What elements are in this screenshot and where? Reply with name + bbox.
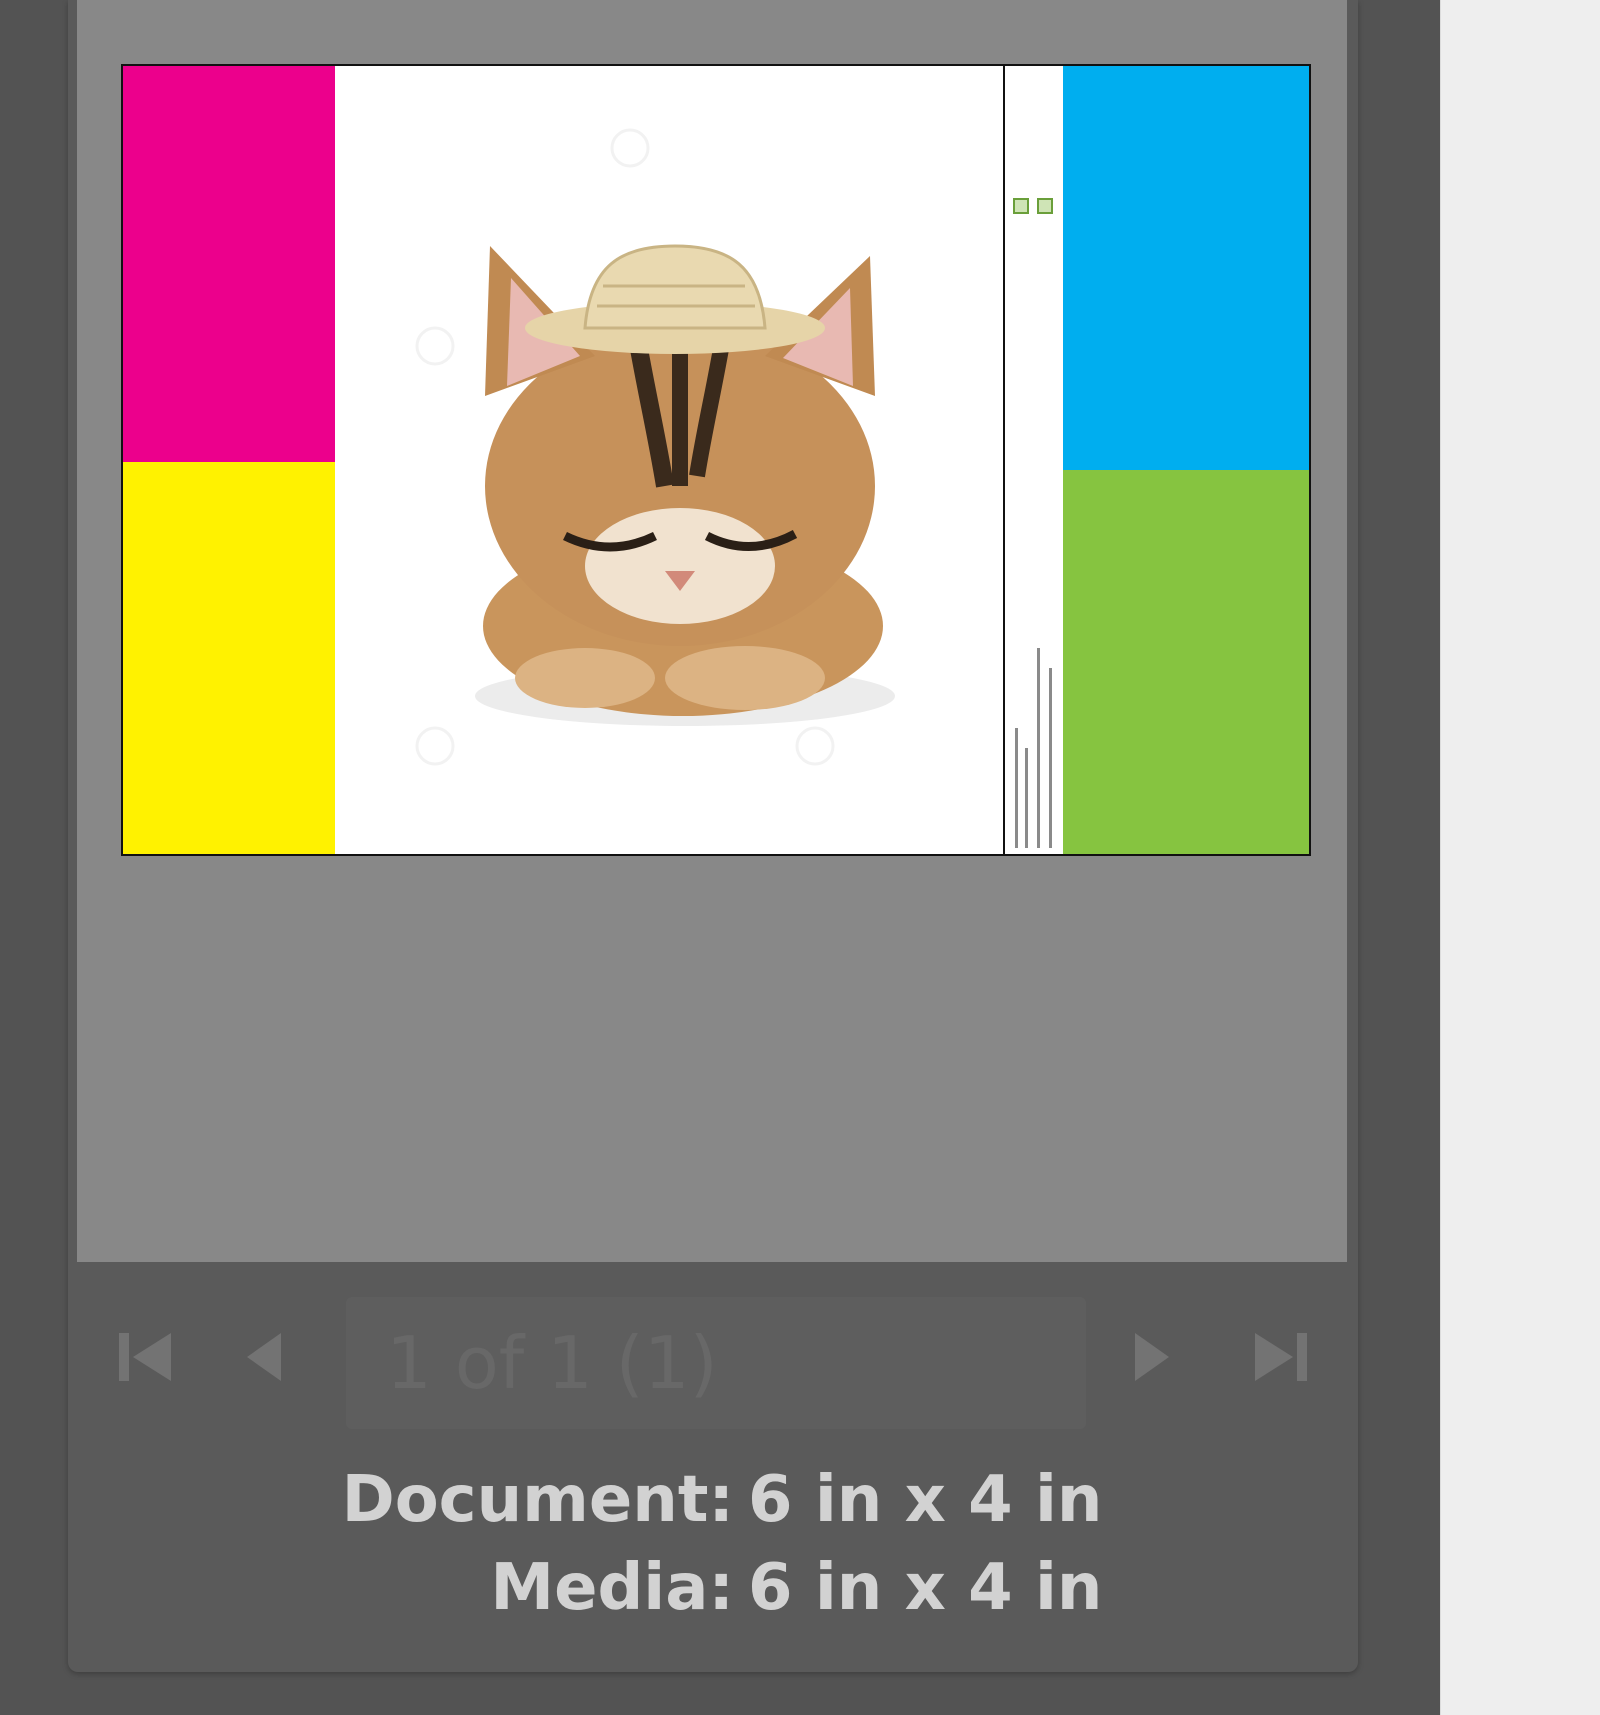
next-page-button[interactable] (1118, 1322, 1188, 1392)
media-size-value: 6 in x 4 in (748, 1551, 1103, 1625)
previous-page-button[interactable] (228, 1322, 298, 1392)
magenta-swatch (123, 66, 335, 462)
cyan-swatch (1063, 66, 1309, 470)
color-bar-box (1037, 198, 1053, 214)
media-size-label: Media: (490, 1551, 734, 1625)
adjacent-panel-background (1440, 0, 1600, 1715)
media-size-row: Media: 6 in x 4 in (68, 1548, 1358, 1628)
page-navigation-bar: 1 of 1 (1) (68, 1262, 1358, 1429)
kitten-photo (335, 66, 1003, 854)
last-page-button[interactable] (1246, 1322, 1316, 1392)
print-info-strip (1003, 66, 1063, 854)
yellow-swatch (123, 462, 335, 854)
print-sheet-preview (121, 64, 1311, 856)
first-page-icon (119, 1333, 171, 1381)
previous-page-icon (247, 1333, 281, 1381)
first-page-button[interactable] (110, 1322, 180, 1392)
page-indicator-text: 1 of 1 (1) (386, 1321, 718, 1405)
print-preview-window: 1 of 1 (1) Document: 6 in x 4 in Media: (0, 0, 1440, 1715)
document-size-value: 6 in x 4 in (748, 1463, 1103, 1537)
kitten-image (415, 128, 895, 766)
document-size-label: Document: (341, 1463, 734, 1537)
green-swatch (1063, 470, 1309, 854)
document-size-row: Document: 6 in x 4 in (68, 1460, 1358, 1540)
page-indicator-field[interactable]: 1 of 1 (1) (346, 1297, 1086, 1429)
strip-fine-print (1011, 628, 1055, 848)
next-page-icon (1135, 1333, 1169, 1381)
color-bar-box (1013, 198, 1029, 214)
last-page-icon (1255, 1333, 1307, 1381)
preview-canvas (77, 0, 1347, 1262)
preview-panel: 1 of 1 (1) Document: 6 in x 4 in Media: (68, 0, 1358, 1672)
